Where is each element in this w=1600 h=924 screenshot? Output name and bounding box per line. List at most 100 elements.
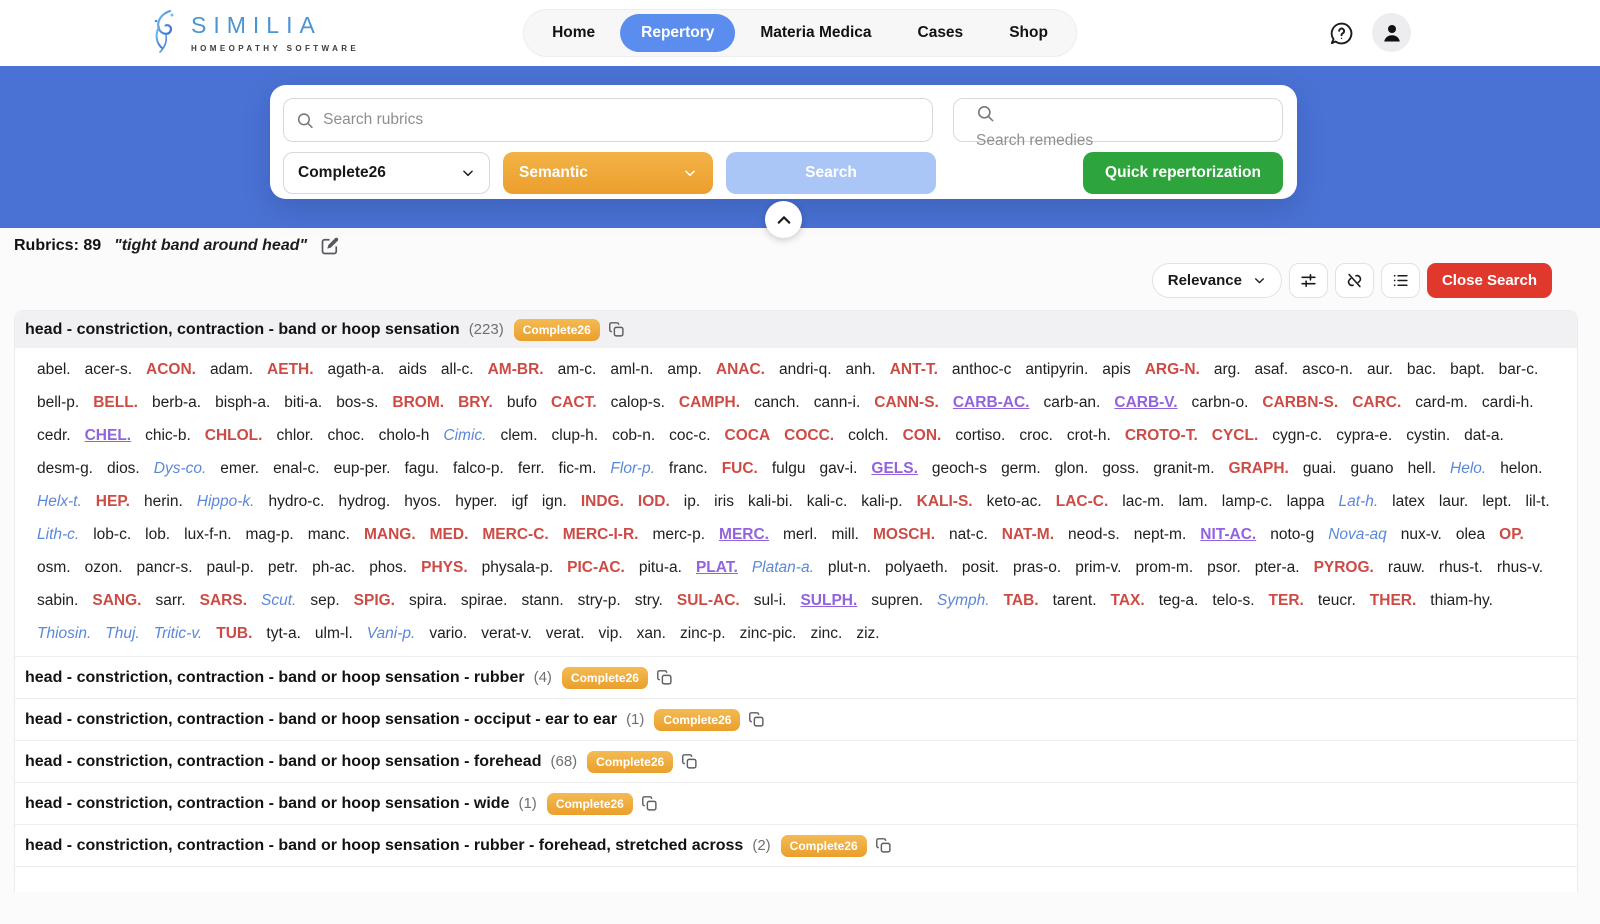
remedy-abbrev[interactable]: colch.	[848, 419, 889, 452]
remedy-abbrev[interactable]: Thiosin.	[37, 617, 91, 650]
remedy-abbrev[interactable]: guano	[1350, 452, 1393, 485]
remedy-abbrev[interactable]: am-c.	[558, 353, 597, 386]
user-avatar[interactable]	[1372, 13, 1411, 52]
remedy-abbrev[interactable]: CAMPH.	[679, 386, 740, 419]
remedy-abbrev[interactable]: tyt-a.	[266, 617, 300, 650]
remedy-abbrev[interactable]: spirae.	[461, 584, 508, 617]
remedy-abbrev[interactable]: ph-ac.	[312, 551, 355, 584]
remedy-abbrev[interactable]: ferr.	[518, 452, 545, 485]
remedy-abbrev[interactable]: ziz.	[856, 617, 879, 650]
remedy-abbrev[interactable]: ACON.	[146, 353, 196, 386]
remedy-abbrev[interactable]: lob-c.	[93, 518, 131, 551]
remedy-abbrev[interactable]: arg.	[1214, 353, 1241, 386]
remedy-abbrev[interactable]: aur.	[1367, 353, 1393, 386]
remedy-abbrev[interactable]: rauw.	[1388, 551, 1425, 584]
remedy-abbrev[interactable]: telo-s.	[1212, 584, 1254, 617]
remedy-abbrev[interactable]: enal-c.	[273, 452, 320, 485]
remedy-abbrev[interactable]: physala-p.	[482, 551, 554, 584]
remedy-abbrev[interactable]: merl.	[783, 518, 817, 551]
remedy-abbrev[interactable]: all-c.	[441, 353, 474, 386]
close-search-button[interactable]: Close Search	[1427, 263, 1552, 298]
remedy-abbrev[interactable]: CACT.	[551, 386, 597, 419]
remedy-abbrev[interactable]: sabin.	[37, 584, 78, 617]
remedy-abbrev[interactable]: geoch-s	[932, 452, 987, 485]
remedy-abbrev[interactable]: psor.	[1207, 551, 1241, 584]
remedy-abbrev[interactable]: plut-n.	[828, 551, 871, 584]
remedy-abbrev[interactable]: kali-bi.	[748, 485, 793, 518]
remedy-abbrev[interactable]: igf	[511, 485, 527, 518]
remedy-abbrev[interactable]: INDG.	[581, 485, 624, 518]
remedy-abbrev[interactable]: PIC-AC.	[567, 551, 625, 584]
rubric-row-main[interactable]: head - constriction, contraction - band …	[15, 311, 1577, 348]
remedy-abbrev[interactable]: cann-i.	[814, 386, 861, 419]
remedy-abbrev[interactable]: Nova-aq	[1328, 518, 1387, 551]
remedy-abbrev[interactable]: hell.	[1408, 452, 1436, 485]
remedy-abbrev[interactable]: pras-o.	[1013, 551, 1061, 584]
remedy-abbrev[interactable]: posit.	[962, 551, 999, 584]
remedy-abbrev[interactable]: CYCL.	[1212, 419, 1259, 452]
remedy-abbrev[interactable]: PLAT.	[696, 551, 738, 584]
remedy-abbrev[interactable]: bac.	[1407, 353, 1436, 386]
remedy-abbrev[interactable]: LAC-C.	[1056, 485, 1109, 518]
remedy-abbrev[interactable]: lac-m.	[1122, 485, 1164, 518]
repertory-select[interactable]: Complete26	[283, 152, 490, 194]
remedy-abbrev[interactable]: calop-s.	[611, 386, 665, 419]
remedy-abbrev[interactable]: lam.	[1178, 485, 1207, 518]
remedy-abbrev[interactable]: keto-ac.	[987, 485, 1042, 518]
remedy-abbrev[interactable]: choc.	[328, 419, 365, 452]
remedy-abbrev[interactable]: ANT-T.	[890, 353, 938, 386]
remedy-abbrev[interactable]: herin.	[144, 485, 183, 518]
remedy-abbrev[interactable]: neod-s.	[1068, 518, 1120, 551]
remedy-abbrev[interactable]: MANG.	[364, 518, 416, 551]
remedy-abbrev[interactable]: osm.	[37, 551, 71, 584]
remedy-abbrev[interactable]: TER.	[1269, 584, 1304, 617]
remedy-abbrev[interactable]: andri-q.	[779, 353, 832, 386]
remedy-abbrev[interactable]: prim-v.	[1075, 551, 1121, 584]
remedy-abbrev[interactable]: cypra-e.	[1336, 419, 1392, 452]
remedy-abbrev[interactable]: SULPH.	[800, 584, 857, 617]
remedy-abbrev[interactable]: guai.	[1303, 452, 1337, 485]
remedy-abbrev[interactable]: xan.	[637, 617, 666, 650]
remedy-abbrev[interactable]: prom-m.	[1135, 551, 1193, 584]
remedy-abbrev[interactable]: bapt.	[1450, 353, 1484, 386]
nav-item[interactable]: Cases	[897, 14, 985, 52]
remedy-abbrev[interactable]: teg-a.	[1159, 584, 1199, 617]
copy-rubric-button[interactable]	[608, 321, 625, 338]
remedy-abbrev[interactable]: croc.	[1019, 419, 1053, 452]
remedy-abbrev[interactable]: teucr.	[1318, 584, 1356, 617]
remedy-abbrev[interactable]: chic-b.	[145, 419, 191, 452]
remedy-abbrev[interactable]: BROM.	[392, 386, 444, 419]
remedy-abbrev[interactable]: GRAPH.	[1229, 452, 1289, 485]
remedy-abbrev[interactable]: desm-g.	[37, 452, 93, 485]
remedy-abbrev[interactable]: germ.	[1001, 452, 1041, 485]
remedy-abbrev[interactable]: eup-per.	[334, 452, 391, 485]
remedy-abbrev[interactable]: SUL-AC.	[677, 584, 740, 617]
remedy-abbrev[interactable]: lamp-c.	[1222, 485, 1273, 518]
remedy-abbrev[interactable]: Platan-a.	[752, 551, 814, 584]
search-rubrics-input[interactable]	[323, 111, 920, 129]
nav-item[interactable]: Repertory	[620, 14, 735, 52]
help-button[interactable]	[1326, 18, 1356, 48]
remedy-abbrev[interactable]: hydrog.	[338, 485, 390, 518]
remedy-abbrev[interactable]: anh.	[846, 353, 876, 386]
remedy-abbrev[interactable]: CARB-V.	[1114, 386, 1177, 419]
remedy-abbrev[interactable]: CON.	[903, 419, 942, 452]
remedy-abbrev[interactable]: SARS.	[200, 584, 247, 617]
remedy-abbrev[interactable]: stann.	[521, 584, 563, 617]
remedy-abbrev[interactable]: Symph.	[937, 584, 990, 617]
remedy-abbrev[interactable]: ANAC.	[716, 353, 765, 386]
remedy-abbrev[interactable]: pancr-s.	[137, 551, 193, 584]
search-remedies-input[interactable]	[976, 132, 1260, 150]
remedy-abbrev[interactable]: Helo.	[1450, 452, 1486, 485]
remedy-abbrev[interactable]: CANN-S.	[874, 386, 939, 419]
remedy-abbrev[interactable]: fulgu	[772, 452, 806, 485]
remedy-abbrev[interactable]: asaf.	[1255, 353, 1289, 386]
remedy-abbrev[interactable]: kali-c.	[807, 485, 847, 518]
remedy-abbrev[interactable]: BRY.	[458, 386, 493, 419]
remedy-abbrev[interactable]: glon.	[1055, 452, 1089, 485]
remedy-abbrev[interactable]: merc-p.	[652, 518, 705, 551]
remedy-abbrev[interactable]: MERC-I-R.	[563, 518, 639, 551]
remedy-abbrev[interactable]: cedr.	[37, 419, 71, 452]
remedy-abbrev[interactable]: Dys-co.	[154, 452, 207, 485]
remedy-abbrev[interactable]: laur.	[1439, 485, 1468, 518]
